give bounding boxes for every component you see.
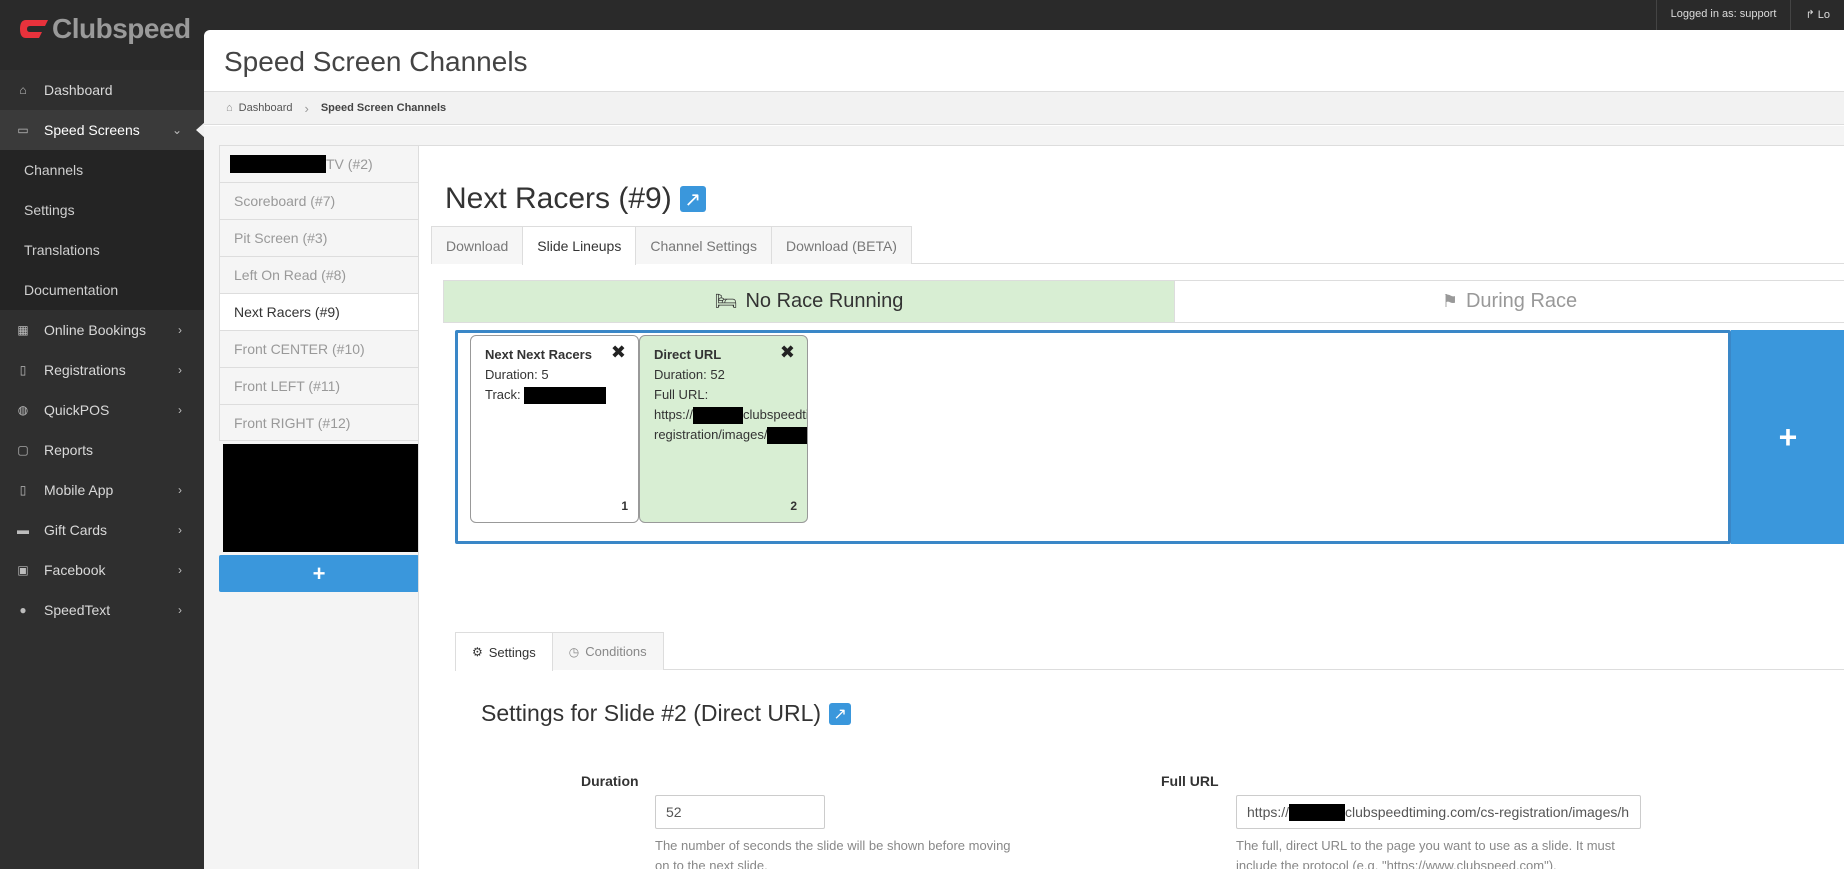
sidebar-subitem-channels[interactable]: Channels — [0, 150, 204, 190]
duration-label: Duration — [581, 773, 639, 789]
clubspeed-logo[interactable]: Clubspeed — [20, 13, 191, 44]
chevron-right-icon: › — [178, 483, 182, 497]
full-url-help: The full, direct URL to the page you wan… — [1236, 838, 1615, 869]
slide-settings-tabs: ⚙ Settings ◷ Conditions — [455, 632, 1844, 671]
channel-item-active[interactable]: Next Racers (#9) — [219, 293, 419, 330]
slide-number: 2 — [790, 499, 797, 513]
close-icon[interactable]: ✖ — [780, 342, 795, 362]
tab-slide-lineups[interactable]: Slide Lineups — [522, 226, 637, 265]
facebook-icon: ▣ — [17, 563, 29, 577]
chevron-down-icon: ⌄ — [171, 123, 182, 137]
redacted-block — [223, 444, 421, 552]
redacted-block — [230, 155, 326, 173]
logout-icon: ↱ — [1805, 9, 1818, 21]
add-channel-button[interactable]: + — [219, 555, 419, 592]
flag-icon: ⚑ — [1441, 291, 1458, 311]
sidebar-item-speed-screens[interactable]: ▭ Speed Screens ⌄ — [0, 110, 205, 150]
tab-channel-settings[interactable]: Channel Settings — [635, 226, 772, 264]
page-title: Speed Screen Channels — [224, 46, 528, 77]
chevron-right-icon: › — [304, 100, 309, 116]
channel-item[interactable]: Front RIGHT (#12) — [219, 404, 419, 441]
clock-icon: ◷ — [568, 644, 580, 659]
full-url-input[interactable]: https://clubspeedtiming.com/cs-registrat… — [1236, 795, 1641, 829]
chevron-right-icon: › — [178, 563, 182, 577]
logout-link[interactable]: ↱ Lo — [1790, 0, 1844, 32]
channel-title: Next Racers (#9) ↗ — [445, 182, 706, 216]
channel-list: TV (#2) Scoreboard (#7) Pit Screen (#3) … — [219, 145, 419, 441]
chevron-right-icon: › — [178, 603, 182, 617]
channel-item[interactable]: Pit Screen (#3) — [219, 219, 419, 256]
chevron-right-icon: › — [178, 363, 182, 377]
channel-tabs: Download Slide Lineups Channel Settings … — [431, 226, 1844, 265]
home-icon: ⌂ — [19, 83, 27, 97]
add-slide-button[interactable]: + — [1731, 330, 1844, 544]
bed-icon: 🛏 — [714, 291, 738, 311]
sidebar-item-gift-cards[interactable]: ▬ Gift Cards › — [0, 510, 204, 550]
tab-download[interactable]: Download — [431, 226, 524, 264]
sidebar-item-dashboard[interactable]: ⌂ Dashboard — [0, 70, 204, 110]
home-icon: ⌂ — [226, 102, 233, 114]
gear-icon: ⚙ — [472, 645, 483, 659]
slide-settings-title: Settings for Slide #2 (Direct URL) ↗ — [481, 700, 852, 727]
channel-panel: Next Racers (#9) ↗ Download Slide Lineup… — [418, 145, 1844, 869]
redacted-block — [767, 427, 807, 445]
breadcrumb-current: Speed Screen Channels — [320, 102, 447, 114]
calendar-icon: ▦ — [17, 323, 29, 337]
file-icon: ▢ — [17, 443, 29, 457]
breadcrumb-dashboard-link[interactable]: Dashboard — [239, 102, 293, 114]
slide-lineup: Next Next Racers Duration: 5 Track: ✖ 1 … — [455, 330, 1731, 544]
no-race-running-button[interactable]: 🛏 No Race Running — [444, 281, 1174, 322]
credit-card-icon: ▬ — [17, 523, 29, 537]
sidebar-item-facebook[interactable]: ▣ Facebook › — [0, 550, 204, 590]
top-bar: Clubspeed Logged in as: support ↱ Lo — [0, 0, 1844, 44]
duration-help: The number of seconds the slide will be … — [655, 838, 1011, 869]
channel-item[interactable]: Scoreboard (#7) — [219, 182, 419, 219]
sidebar: ⌂ Dashboard ▭ Speed Screens ⌄ Channels S… — [0, 70, 205, 869]
tab-settings[interactable]: ⚙ Settings — [455, 632, 553, 671]
full-url-label: Full URL — [1161, 773, 1219, 789]
tab-download-beta[interactable]: Download (BETA) — [770, 226, 912, 264]
dashboard-icon: ◍ — [17, 403, 29, 417]
channel-item[interactable]: Left On Read (#8) — [219, 256, 419, 293]
clubspeed-logo-icon — [20, 18, 50, 40]
redacted-block — [524, 387, 607, 405]
external-link-icon[interactable]: ↗ — [829, 702, 852, 725]
slide-card-selected[interactable]: Direct URL Duration: 52 Full URL: https:… — [639, 335, 808, 523]
logged-in-status: Logged in as: support — [1655, 0, 1791, 32]
channel-item[interactable]: Front CENTER (#10) — [219, 330, 419, 367]
sidebar-item-mobile-app[interactable]: ▯ Mobile App › — [0, 470, 204, 510]
channel-item[interactable]: TV (#2) — [219, 145, 419, 182]
redacted-block — [693, 407, 744, 425]
sidebar-subitem-settings[interactable]: Settings — [0, 190, 204, 230]
comments-icon: ● — [19, 603, 27, 617]
chevron-right-icon: › — [178, 323, 182, 337]
channel-item[interactable]: Front LEFT (#11) — [219, 367, 419, 404]
chevron-right-icon: › — [178, 403, 182, 417]
sidebar-subitem-translations[interactable]: Translations — [0, 230, 204, 270]
sidebar-subitem-documentation[interactable]: Documentation — [0, 270, 204, 310]
monitor-icon: ▭ — [17, 123, 29, 137]
race-state-toggle: 🛏 No Race Running ⚑ During Race — [443, 280, 1844, 323]
slide-card[interactable]: Next Next Racers Duration: 5 Track: ✖ 1 — [470, 335, 639, 523]
close-icon[interactable]: ✖ — [611, 342, 626, 362]
sidebar-item-registrations[interactable]: ▯ Registrations › — [0, 350, 204, 390]
chevron-right-icon: › — [178, 523, 182, 537]
breadcrumb: ⌂ Dashboard › Speed Screen Channels — [204, 91, 1844, 125]
brand-name: Clubspeed — [52, 13, 191, 44]
sidebar-item-speedtext[interactable]: ● SpeedText › — [0, 590, 204, 630]
during-race-button[interactable]: ⚑ During Race — [1174, 281, 1844, 322]
tablet-icon: ▯ — [19, 363, 27, 377]
slide-number: 1 — [621, 499, 628, 513]
sidebar-item-quickpos[interactable]: ◍ QuickPOS › — [0, 390, 204, 430]
sidebar-item-online-bookings[interactable]: ▦ Online Bookings › — [0, 310, 204, 350]
redacted-block — [1289, 803, 1346, 821]
tab-conditions[interactable]: ◷ Conditions — [551, 632, 664, 670]
sidebar-item-reports[interactable]: ▢ Reports — [0, 430, 204, 470]
main-content: Speed Screen Channels ⌂ Dashboard › Spee… — [204, 30, 1844, 869]
mobile-icon: ▯ — [19, 483, 27, 497]
duration-input[interactable]: 52 — [655, 795, 825, 829]
external-link-icon[interactable]: ↗ — [679, 186, 706, 212]
